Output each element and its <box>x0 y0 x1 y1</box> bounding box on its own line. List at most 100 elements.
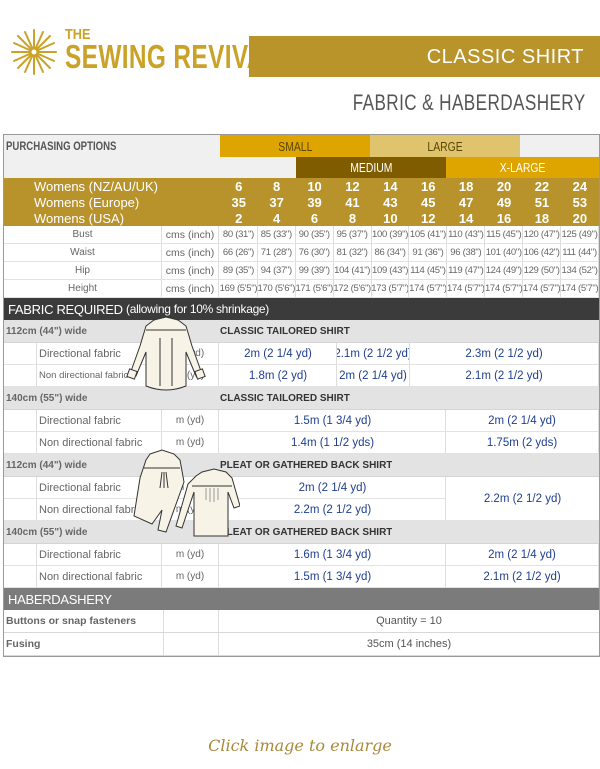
size-value: 8 <box>348 210 357 226</box>
page-title: CLASSIC SHIRT <box>426 46 584 68</box>
size-system-label: Womens (Europe) <box>34 194 140 210</box>
measurement-value: 174 (5'7") <box>447 280 486 297</box>
measurement-value: 174 (5'7") <box>485 280 524 297</box>
measurement-value: 94 (37") <box>258 262 296 279</box>
haberdashery-value: 35cm (14 inches) <box>366 638 452 650</box>
fabric-amount: 2.1m (2 1/2 yd) <box>410 365 599 386</box>
size-value: 49 <box>496 194 512 210</box>
size-value: 4 <box>273 210 281 226</box>
size-value: 41 <box>345 194 360 210</box>
size-value: 35 <box>231 194 246 210</box>
fabric-required-note: (allowing for 10% shrinkage) <box>126 302 270 316</box>
measurement-value: 171 (5'6") <box>296 280 334 297</box>
fabric-amount: 2m (2 1/4 yd) <box>220 343 337 364</box>
fabric-amount: 1.5m (1 3/4 yd) <box>220 410 446 431</box>
size-value: 51 <box>534 194 550 210</box>
fabric-width-label: 140cm (55") wide <box>6 392 88 404</box>
fabric-amount: 2.1m (2 1/2 yd) <box>337 343 410 364</box>
measurement-row: Hip cms (inch) 89 (35") 94 (37") 99 (39") 104… <box>4 262 599 280</box>
measurement-value: 100 (39") <box>372 226 410 243</box>
fabric-blocks: 112cm (44") wide CLASSIC TAILORED SHIRT Di… <box>4 320 599 588</box>
fabric-row: Directional fabric m (yd) 2m (2 1/4 yd) 2.1… <box>4 343 599 365</box>
measurement-value: 174 (5'7") <box>523 280 562 297</box>
measurement-value: 71 (28") <box>258 244 296 261</box>
haberdashery-title: HABERDASHERY <box>8 591 112 607</box>
haberdashery-unit <box>164 610 219 632</box>
fabric-amount: 2.2m (2 1/2 yd) <box>220 499 446 520</box>
fabric-amount: 2m (2 1/4 yd) <box>337 365 410 386</box>
fabric-type-label: Directional fabric <box>37 477 162 498</box>
size-fabric-chart[interactable]: PURCHASING OPTIONS SMALL LARGE MEDIUM X-… <box>3 134 600 657</box>
row-indent <box>4 499 37 520</box>
measurement-rows: Bust cms (inch) 80 (31") 85 (33") 90 (35") 95… <box>4 226 599 298</box>
measurement-value: 89 (35") <box>220 262 258 279</box>
fabric-amount: 2m (2 1/4 yd) <box>220 477 446 498</box>
measurement-value: 174 (5'7") <box>410 280 448 297</box>
size-value: 47 <box>458 194 474 210</box>
fabric-unit: m (yd) <box>162 477 219 498</box>
measurement-value: 114 (45") <box>410 262 448 279</box>
measurement-value: 101 (40") <box>485 244 524 261</box>
size-group-large: LARGE <box>370 135 520 157</box>
measurement-value: 125 (49") <box>561 226 599 243</box>
size-value: 14 <box>458 210 474 226</box>
fabric-block-header: 112cm (44") wide CLASSIC TAILORED SHIRT <box>4 320 599 343</box>
fabric-row: Non directional fabric m (yd) 1.4m (1 1/2 … <box>4 432 599 454</box>
haberdashery-unit <box>164 633 219 655</box>
shirt-style-label: CLASSIC TAILORED SHIRT <box>220 325 350 337</box>
fabric-unit: m (yd) <box>162 410 219 431</box>
fabric-unit: m (yd) <box>162 566 219 587</box>
size-value: 12 <box>421 210 436 226</box>
size-value: 39 <box>307 194 322 210</box>
fabric-block: 140cm (55") wide CLASSIC TAILORED SHIRT Di… <box>4 387 599 454</box>
row-indent <box>4 365 37 386</box>
size-value: 20 <box>572 210 588 226</box>
logo-brand-name: SEWING REVIVAL <box>65 38 281 75</box>
size-value: 37 <box>269 194 284 210</box>
size-value: 22 <box>534 178 550 194</box>
measurement-value: 110 (43") <box>447 226 486 243</box>
fabric-amount: 2m (2 1/4 yd) <box>446 544 599 565</box>
fabric-amount: 1.75m (2 yds) <box>446 432 599 453</box>
measurement-label: Bust <box>4 226 162 243</box>
page-subtitle: FABRIC & HABERDASHERY <box>353 90 586 115</box>
haberdashery-row: Buttons or snap fasteners Quantity = 10 <box>4 610 599 633</box>
measurement-value: 170 (5'6") <box>258 280 296 297</box>
size-value: 12 <box>345 178 360 194</box>
purchasing-options-row-1: PURCHASING OPTIONS SMALL LARGE <box>4 135 599 157</box>
shirt-style-label: PLEAT OR GATHERED BACK SHIRT <box>220 459 393 471</box>
measurement-value: 134 (52") <box>561 262 599 279</box>
measurement-value: 169 (5'5") <box>220 280 258 297</box>
measurement-value: 99 (39") <box>296 262 334 279</box>
measurement-row: Height cms (inch) 169 (5'5") 170 (5'6") 171 … <box>4 280 599 298</box>
measurement-value: 104 (41") <box>334 262 372 279</box>
fabric-width-label: 112cm (44") wide <box>6 459 87 471</box>
row-indent <box>4 432 37 453</box>
fabric-amount: 2.3m (2 1/2 yd) <box>410 343 599 364</box>
row-indent <box>4 477 37 498</box>
measurement-value: 95 (37") <box>334 226 372 243</box>
fabric-block: 140cm (55") wide PLEAT OR GATHERED BACK S… <box>4 521 599 588</box>
measurement-unit: cms (inch) <box>162 244 219 261</box>
size-system-label: Womens (USA) <box>34 210 125 226</box>
fabric-unit: m (yd) <box>162 499 219 520</box>
haberdashery-header: HABERDASHERY <box>4 588 599 610</box>
measurement-value: 90 (35") <box>296 226 334 243</box>
size-group-xlarge: X-LARGE <box>446 157 599 178</box>
haberdashery-item-label: Buttons or snap fasteners <box>6 610 164 632</box>
size-value: 18 <box>458 178 474 194</box>
fabric-amount: 1.8m (2 yd) <box>220 365 337 386</box>
size-value: 10 <box>383 210 398 226</box>
measurement-value: 66 (26") <box>220 244 258 261</box>
measurement-value: 120 (47") <box>523 226 562 243</box>
size-value: 24 <box>572 178 588 194</box>
fabric-type-label: Directional fabric <box>37 544 162 565</box>
size-value: 6 <box>235 178 243 194</box>
measurement-value: 115 (45") <box>485 226 524 243</box>
measurement-value: 124 (49") <box>485 262 524 279</box>
measurement-value: 105 (41") <box>410 226 448 243</box>
measurement-unit: cms (inch) <box>162 280 219 297</box>
size-value: 8 <box>273 178 281 194</box>
measurement-value: 173 (5'7") <box>372 280 410 297</box>
enlarge-image-link[interactable]: Click image to enlarge <box>0 736 600 755</box>
